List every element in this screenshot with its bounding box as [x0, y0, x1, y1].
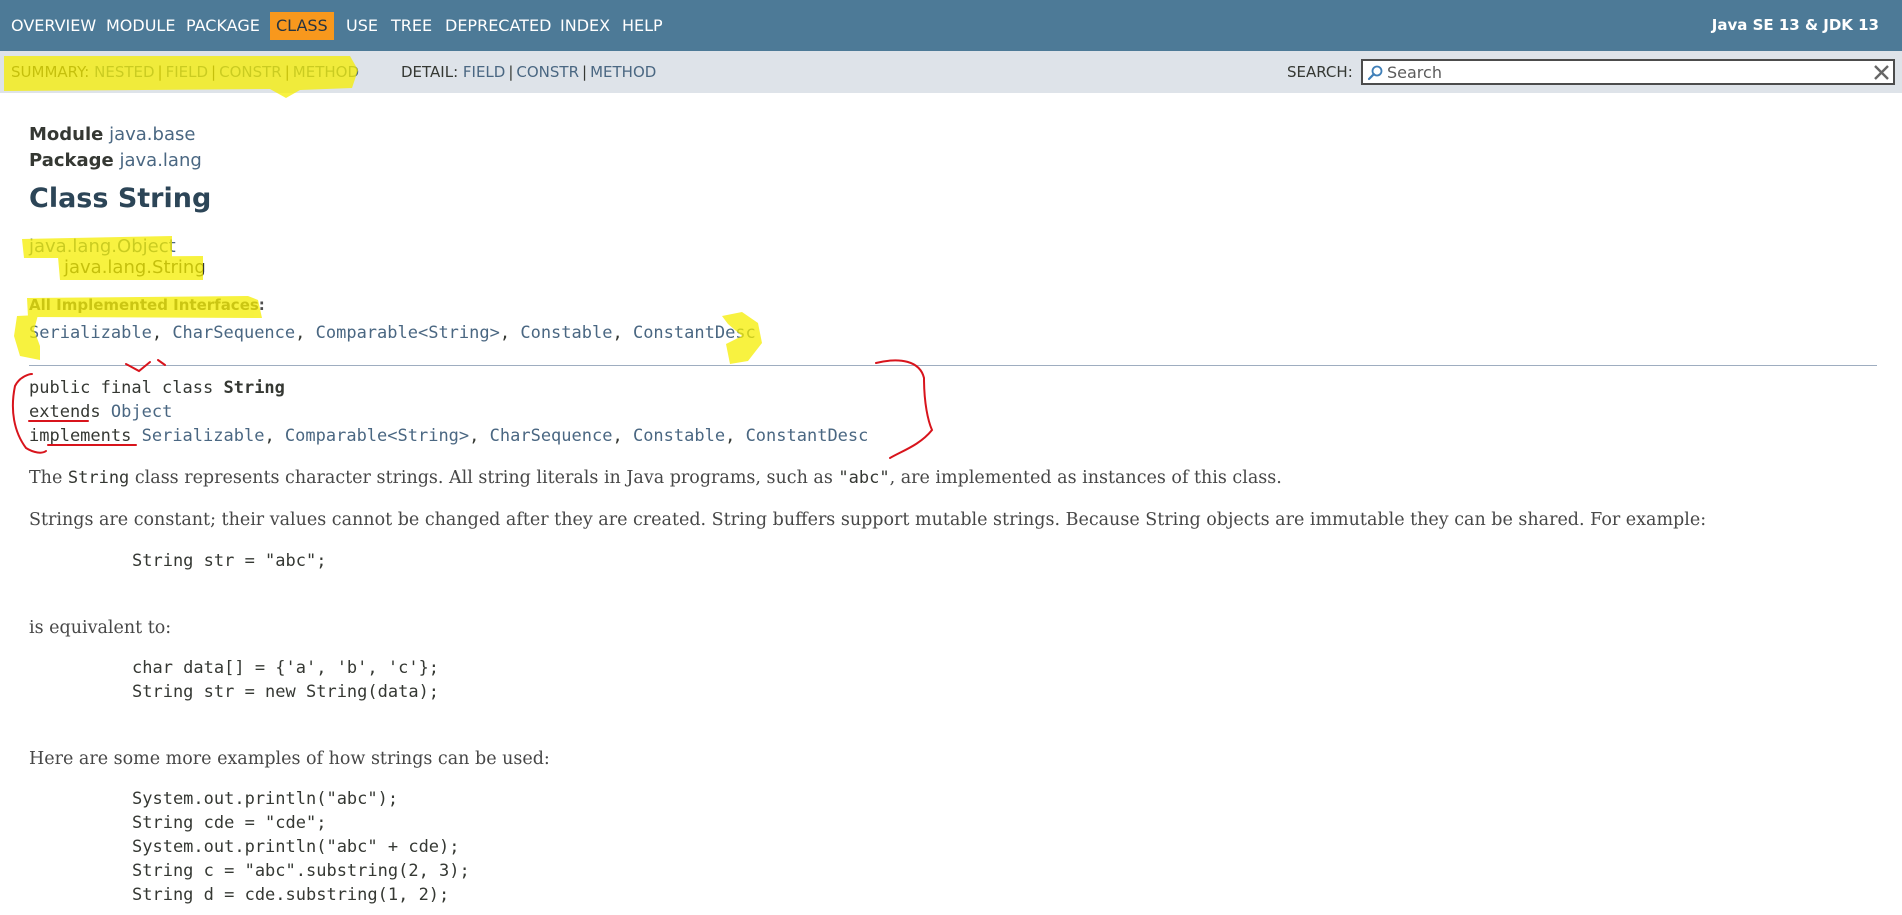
summary-nested-link[interactable]: NESTED	[94, 63, 154, 81]
detail-label: DETAIL:	[401, 63, 459, 81]
nav-index[interactable]: INDEX	[560, 0, 610, 51]
impl-constantdesc-link[interactable]: ConstantDesc	[746, 426, 869, 446]
search-box[interactable]	[1361, 59, 1895, 85]
summary-method-link[interactable]: METHOD	[293, 63, 359, 81]
search-icon	[1367, 65, 1383, 81]
description-paragraph-1: The String class represents character st…	[29, 468, 1282, 488]
detail-field-link[interactable]: FIELD	[463, 63, 505, 81]
impl-serializable-link[interactable]: Serializable	[142, 426, 265, 446]
nav-class-active[interactable]: CLASS	[270, 12, 334, 40]
module-link[interactable]: java.base	[109, 124, 195, 145]
text: class represents character strings. All …	[129, 468, 839, 488]
page-title: Class String	[29, 183, 212, 214]
about-label: Java SE 13 & JDK 13	[1711, 16, 1879, 34]
search-label: SEARCH:	[1287, 63, 1353, 81]
search-input[interactable]	[1387, 61, 1867, 83]
summary-label: SUMMARY:	[11, 63, 90, 81]
summary-constr-link[interactable]: CONSTR	[219, 63, 282, 81]
code-example-3-line-4: String c = "abc".substring(2, 3);	[132, 861, 470, 881]
nav-deprecated[interactable]: DEPRECATED	[445, 0, 551, 51]
package-label: Package	[29, 150, 114, 171]
inheritance-string: java.lang.String	[64, 257, 206, 278]
separator: |	[157, 63, 163, 81]
implements-keyword: implements	[29, 426, 132, 446]
iface-constantdesc-link[interactable]: ConstantDesc	[633, 323, 756, 343]
separator: |	[284, 63, 290, 81]
nav-use[interactable]: USE	[346, 0, 378, 51]
iface-comparable-link[interactable]: Comparable<String>	[316, 323, 500, 343]
detail-constr-link[interactable]: CONSTR	[516, 63, 579, 81]
module-line: Module java.base	[29, 124, 195, 145]
inheritance-object-link[interactable]: java.lang.Object	[29, 236, 176, 257]
nav-module[interactable]: MODULE	[106, 0, 175, 51]
pen-right-bracket	[875, 359, 934, 459]
nav-help[interactable]: HELP	[622, 0, 663, 51]
summary-field-link[interactable]: FIELD	[166, 63, 208, 81]
code-example-1: String str = "abc";	[132, 551, 327, 571]
text: The	[29, 468, 68, 488]
code-example-2-line-2: String str = new String(data);	[132, 682, 440, 702]
signature-line-2: extends Object	[29, 402, 172, 422]
package-line: Package java.lang	[29, 150, 202, 171]
separator: |	[508, 63, 514, 81]
signature-line-3: implements Serializable, Comparable<Stri…	[29, 426, 869, 446]
reset-icon[interactable]	[1873, 64, 1890, 81]
interfaces-list: Serializable, CharSequence, Comparable<S…	[29, 323, 756, 343]
signature-line-1: public final class String	[29, 378, 285, 398]
code-example-3-line-5: String d = cde.substring(1, 2);	[132, 885, 450, 905]
summary-links: SUMMARY: NESTED | FIELD | CONSTR | METHOD	[11, 51, 359, 93]
iface-charsequence-link[interactable]: CharSequence	[172, 323, 295, 343]
impl-constable-link[interactable]: Constable	[633, 426, 725, 446]
detail-links: DETAIL: FIELD | CONSTR | METHOD	[401, 51, 656, 93]
code-example-2-line-1: char data[] = {'a', 'b', 'c'};	[132, 658, 440, 678]
impl-comparable-link[interactable]: Comparable<String>	[285, 426, 469, 446]
impl-charsequence-link[interactable]: CharSequence	[490, 426, 613, 446]
signature-class-name: String	[223, 378, 285, 398]
code-example-3-line-2: String cde = "cde";	[132, 813, 327, 833]
inline-code: String	[67, 468, 130, 488]
code-example-3-line-1: System.out.println("abc");	[132, 789, 399, 809]
separator: |	[211, 63, 217, 81]
interfaces-heading: All Implemented Interfaces:	[29, 296, 265, 314]
top-nav-bar: OVERVIEW MODULE PACKAGE CLASS USE TREE D…	[0, 0, 1902, 51]
inline-code: "abc"	[838, 468, 890, 488]
detail-method-link[interactable]: METHOD	[590, 63, 656, 81]
code-example-3-line-3: System.out.println("abc" + cde);	[132, 837, 460, 857]
nav-package[interactable]: PACKAGE	[186, 0, 260, 51]
nav-overview[interactable]: OVERVIEW	[11, 0, 96, 51]
description-paragraph-4: Here are some more examples of how strin…	[29, 749, 550, 769]
iface-serializable-link[interactable]: Serializable	[29, 323, 152, 343]
text: , are implemented as instances of this c…	[889, 468, 1282, 488]
sub-nav-bar: SUMMARY: NESTED | FIELD | CONSTR | METHOD DETA…	[0, 51, 1902, 93]
description-paragraph-3: is equivalent to:	[29, 618, 172, 638]
iface-constable-link[interactable]: Constable	[520, 323, 612, 343]
separator: |	[582, 63, 588, 81]
signature-modifiers: public final class	[29, 378, 214, 398]
extends-object-link[interactable]: Object	[111, 402, 172, 422]
extends-keyword: extends	[29, 402, 101, 422]
nav-tree[interactable]: TREE	[391, 0, 432, 51]
annotation-overlay	[4, 56, 934, 459]
module-label: Module	[29, 124, 104, 145]
divider	[29, 365, 1877, 366]
description-paragraph-2: Strings are constant; their values canno…	[29, 510, 1707, 530]
package-link[interactable]: java.lang	[119, 150, 201, 171]
